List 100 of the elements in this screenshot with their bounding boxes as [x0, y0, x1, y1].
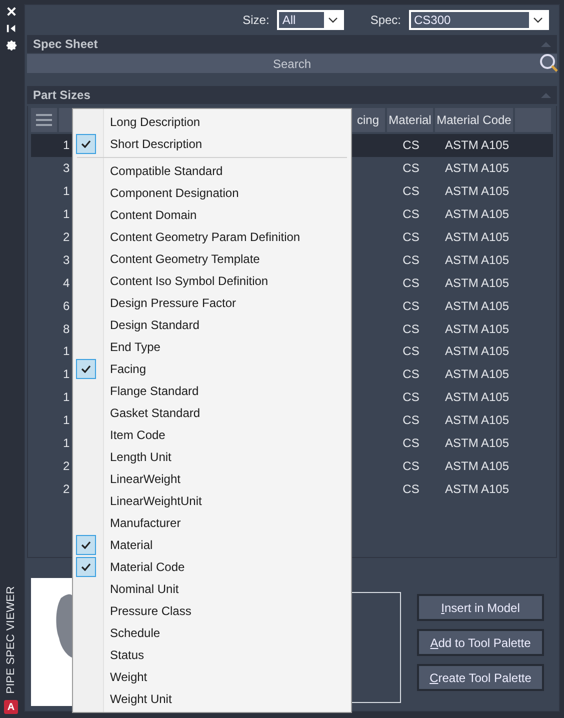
table-cell: ASTM A105: [445, 276, 510, 290]
menu-item[interactable]: Short Description: [73, 133, 351, 155]
table-cell: CS: [402, 413, 420, 428]
menu-item-label: LinearWeightUnit: [110, 494, 202, 508]
menu-item[interactable]: LinearWeight: [73, 468, 351, 490]
table-cell: ASTM A105: [445, 161, 510, 176]
dock-icon[interactable]: [6, 23, 16, 34]
menu-item-label: Design Pressure Factor: [110, 296, 236, 310]
table-cell: ASTM A105: [445, 298, 510, 313]
checkmark-icon: [81, 541, 91, 549]
column-header[interactable]: Material: [387, 108, 433, 132]
menu-item[interactable]: Weight Unit: [73, 688, 351, 710]
table-cell: CS: [402, 367, 420, 382]
menu-item-label: Component Designation: [110, 186, 239, 200]
menu-item[interactable]: Facing: [73, 358, 351, 380]
table-cell: ASTM A105: [445, 458, 510, 473]
menu-item-label: Short Description: [110, 137, 202, 151]
menu-item-label: Content Geometry Template: [110, 252, 260, 266]
menu-item[interactable]: Content Geometry Template: [73, 248, 351, 270]
menu-item[interactable]: Nominal Unit: [73, 578, 351, 600]
menu-item[interactable]: Design Standard: [73, 314, 351, 336]
search-field[interactable]: Search: [27, 54, 557, 73]
menu-item-label: Flange Standard: [110, 384, 199, 398]
menu-item-label: Weight: [110, 670, 148, 684]
menu-item[interactable]: LinearWeightUnit: [73, 490, 351, 512]
table-cell: CS: [402, 482, 420, 496]
menu-item[interactable]: Flange Standard: [73, 380, 351, 402]
menu-item-label: LinearWeight: [110, 472, 180, 486]
table-cell: ASTM A105: [445, 322, 510, 336]
menu-item-label: Material Code: [110, 560, 185, 574]
menu-item[interactable]: Content Geometry Param Definition: [73, 226, 351, 248]
table-cell: ASTM A105: [445, 230, 510, 244]
part-silhouette-drawing: [55, 594, 73, 658]
table-cell: 1: [63, 138, 70, 152]
close-icon[interactable]: [6, 6, 16, 17]
menu-item[interactable]: Content Iso Symbol Definition: [73, 270, 351, 292]
table-cell: CS: [402, 458, 420, 473]
spec-label: Spec:: [370, 13, 401, 27]
table-cell: ASTM A105: [445, 390, 510, 404]
table-cell: ASTM A105: [445, 413, 510, 428]
menu-item[interactable]: End Type: [73, 336, 351, 358]
menu-item[interactable]: Gasket Standard: [73, 402, 351, 424]
menu-item-label: Gasket Standard: [110, 406, 200, 420]
column-header[interactable]: Material Code: [435, 108, 513, 132]
menu-item[interactable]: Design Pressure Factor: [73, 292, 351, 314]
table-cell: CS: [402, 390, 420, 404]
table-cell: 1: [63, 436, 70, 450]
menu-item-label: Long Description: [110, 115, 200, 129]
table-cell: CS: [402, 184, 420, 198]
spec-dropdown[interactable]: CS300: [409, 10, 549, 30]
menu-item-label: Content Iso Symbol Definition: [110, 274, 268, 288]
table-cell: CS: [402, 276, 420, 290]
menu-item[interactable]: Compatible Standard: [73, 160, 351, 182]
table-cell: 2: [63, 458, 70, 473]
section-title: Part Sizes: [33, 88, 90, 102]
action-button[interactable]: Create Tool Palette: [417, 664, 544, 691]
menu-item-label: Length Unit: [110, 450, 172, 464]
size-label: Size:: [242, 13, 270, 27]
table-cell: 2: [63, 482, 70, 496]
menu-item[interactable]: Material Code: [73, 556, 351, 578]
menu-item[interactable]: Weight: [73, 666, 351, 688]
menu-item[interactable]: Schedule: [73, 622, 351, 644]
section-title: Spec Sheet: [33, 37, 98, 51]
table-cell: ASTM A105: [445, 184, 510, 198]
checkmark-icon: [81, 365, 91, 373]
menu-item[interactable]: Length Unit: [73, 446, 351, 468]
search-icon[interactable]: [539, 53, 559, 73]
checkmark-icon: [81, 563, 91, 571]
table-cell: CS: [402, 138, 420, 152]
menu-item-label: Weight Unit: [110, 692, 172, 706]
caret-icon: [529, 12, 547, 28]
column-menu-button[interactable]: [31, 108, 57, 132]
size-dropdown[interactable]: All: [277, 10, 344, 30]
palette-title: PIPE SPEC VIEWER: [5, 586, 17, 694]
menu-item-label: Facing: [110, 362, 146, 376]
checkmark-icon: [81, 140, 91, 148]
app-logo: A: [4, 700, 18, 714]
menu-item[interactable]: Item Code: [73, 424, 351, 446]
menu-item[interactable]: Content Domain: [73, 204, 351, 226]
menu-item[interactable]: Pressure Class: [73, 600, 351, 622]
table-cell: ASTM A105: [445, 367, 510, 382]
menu-item[interactable]: Material: [73, 534, 351, 556]
table-cell: ASTM A105: [445, 138, 510, 152]
table-cell: ASTM A105: [445, 207, 510, 222]
menu-icon: [36, 114, 52, 126]
table-cell: ASTM A105: [445, 252, 510, 267]
table-cell: CS: [402, 344, 420, 358]
table-cell: CS: [402, 298, 420, 313]
menu-item[interactable]: Component Designation: [73, 182, 351, 204]
menu-item[interactable]: Status: [73, 644, 351, 666]
menu-item-label: Material: [110, 538, 153, 552]
settings-icon[interactable]: [6, 40, 16, 51]
menu-item-label: Compatible Standard: [110, 164, 223, 178]
action-button[interactable]: Add to Tool Palette: [417, 629, 544, 656]
menu-item[interactable]: Manufacturer: [73, 512, 351, 534]
menu-item-label: Manufacturer: [110, 516, 181, 530]
menu-item-label: Design Standard: [110, 318, 200, 332]
menu-item-label: Nominal Unit: [110, 582, 179, 596]
action-button[interactable]: Insert in Model: [417, 594, 544, 621]
menu-item-label: End Type: [110, 340, 160, 354]
